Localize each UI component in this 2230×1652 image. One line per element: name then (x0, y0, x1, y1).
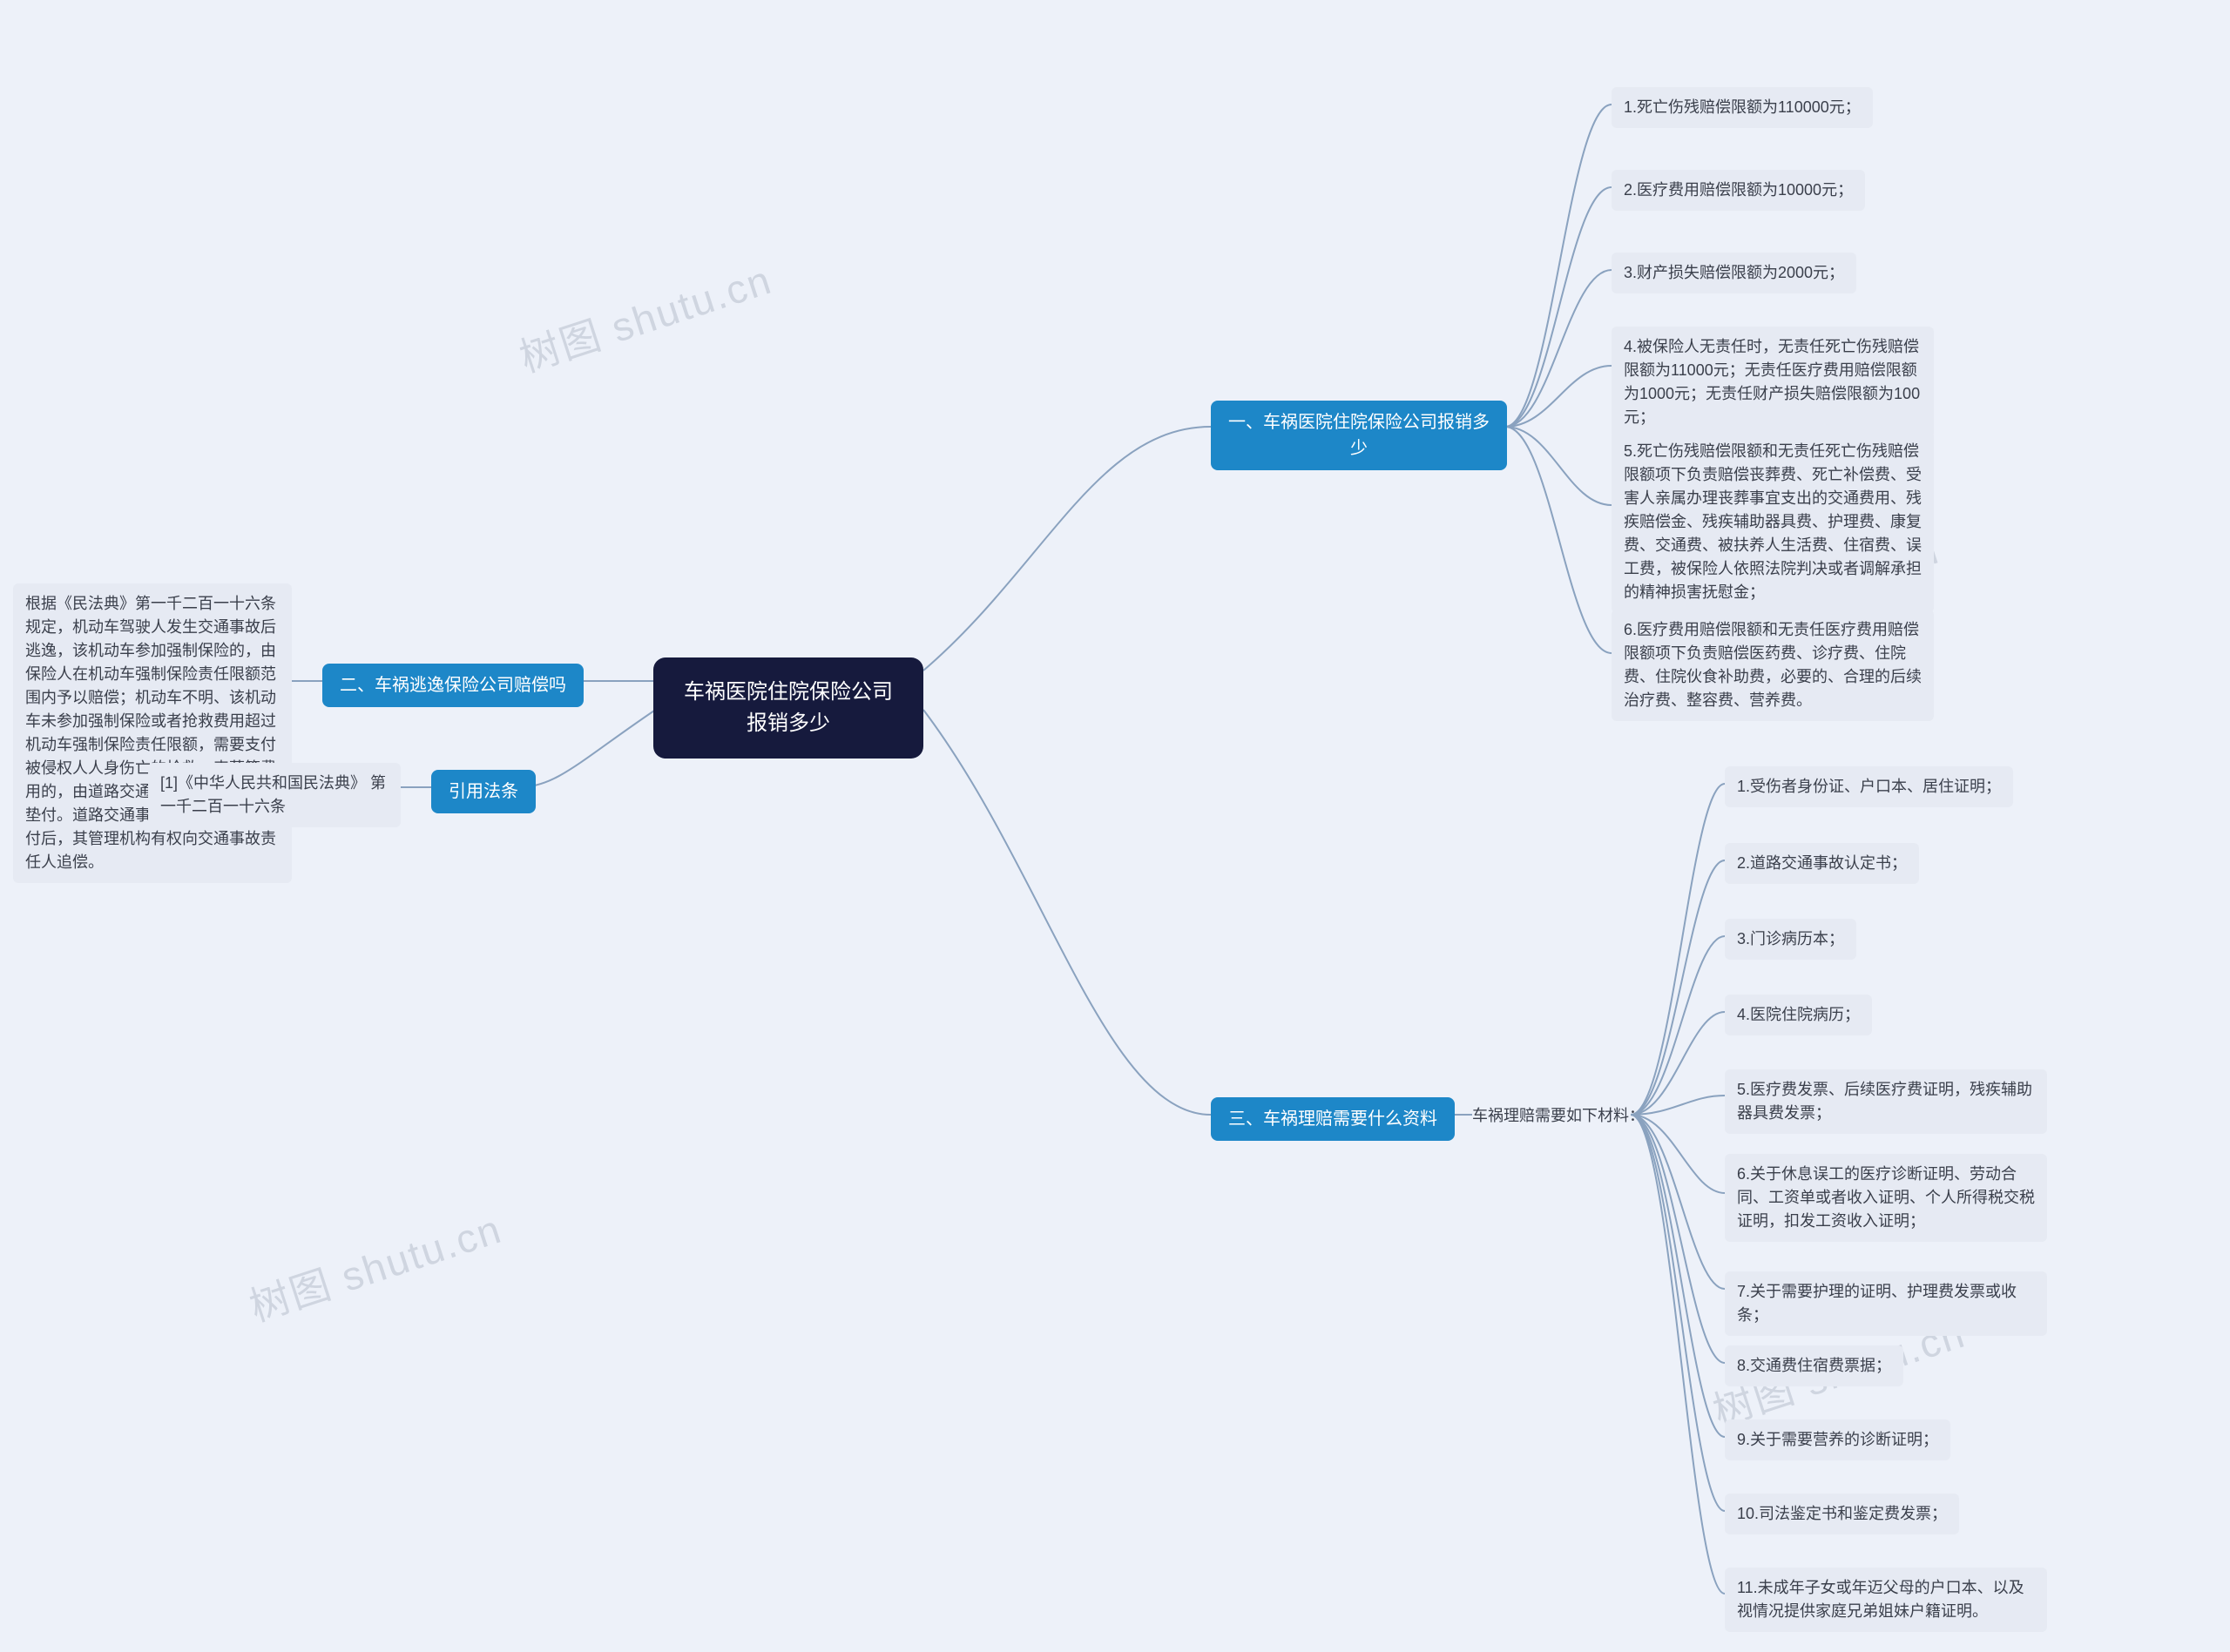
b3-item: 2.道路交通事故认定书； (1725, 843, 1919, 884)
b1-item: 5.死亡伤残赔偿限额和无责任死亡伤残赔偿限额项下负责赔偿丧葬费、死亡补偿费、受害… (1612, 431, 1934, 613)
b1-item: 3.财产损失赔偿限额为2000元； (1612, 253, 1856, 293)
b3-item: 5.医疗费发票、后续医疗费证明，残疾辅助器具费发票； (1725, 1069, 2047, 1134)
b3-item: 10.司法鉴定书和鉴定费发票； (1725, 1494, 1959, 1534)
watermark: 树图 shutu.cn (241, 1197, 508, 1333)
b1-item: 6.医疗费用赔偿限额和无责任医疗费用赔偿限额项下负责赔偿医药费、诊疗费、住院费、… (1612, 610, 1934, 721)
b3-item: 1.受伤者身份证、户口本、居住证明； (1725, 766, 2013, 807)
branch-two[interactable]: 二、车祸逃逸保险公司赔偿吗 (322, 664, 584, 707)
b3-item: 8.交通费住宿费票据； (1725, 1345, 1903, 1386)
branch-three[interactable]: 三、车祸理赔需要什么资料 (1211, 1097, 1455, 1141)
watermark: 树图 shutu.cn (511, 248, 778, 384)
b1-item: 4.被保险人无责任时，无责任死亡伤残赔偿限额为11000元；无责任医疗费用赔偿限… (1612, 327, 1934, 438)
b3-item: 7.关于需要护理的证明、护理费发票或收条； (1725, 1271, 2047, 1336)
law-text: [1]《中华人民共和国民法典》 第一千二百一十六条 (148, 763, 401, 827)
branch-one[interactable]: 一、车祸医院住院保险公司报销多少 (1211, 401, 1507, 470)
b2-text: 根据《民法典》第一千二百一十六条规定，机动车驾驶人发生交通事故后逃逸，该机动车参… (13, 583, 292, 883)
b3-item: 6.关于休息误工的医疗诊断证明、劳动合同、工资单或者收入证明、个人所得税交税证明… (1725, 1154, 2047, 1242)
b3-item: 3.门诊病历本； (1725, 919, 1856, 960)
b1-item: 2.医疗费用赔偿限额为10000元； (1612, 170, 1865, 211)
root-node: 车祸医院住院保险公司报销多少 (653, 657, 923, 759)
b3-mid: 车祸理赔需要如下材料： (1472, 1104, 1645, 1128)
b1-item: 1.死亡伤残赔偿限额为110000元； (1612, 87, 1873, 128)
b3-item: 11.未成年子女或年迈父母的户口本、以及视情况提供家庭兄弟姐妹户籍证明。 (1725, 1568, 2047, 1632)
b3-item: 4.医院住院病历； (1725, 995, 1872, 1035)
branch-law[interactable]: 引用法条 (431, 770, 536, 813)
b3-item: 9.关于需要营养的诊断证明； (1725, 1419, 1950, 1460)
